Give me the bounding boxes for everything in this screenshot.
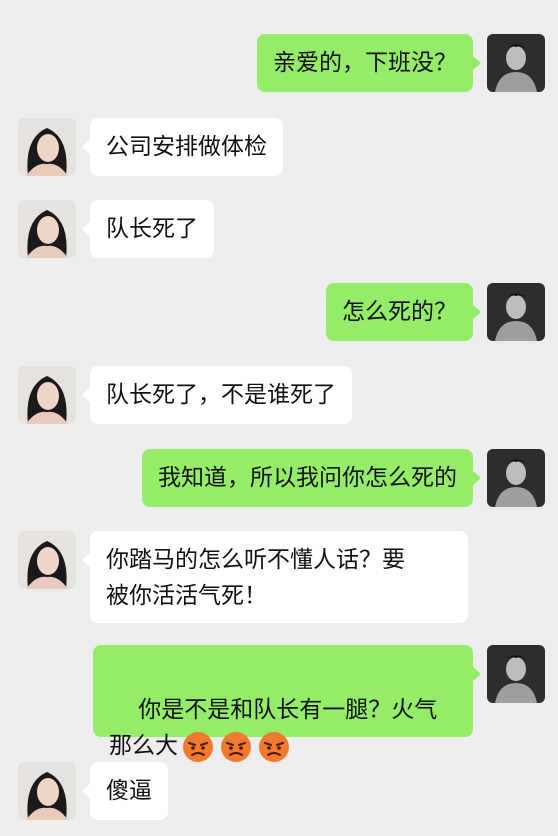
- my-avatar[interactable]: [487, 449, 545, 507]
- message-bubble-incoming[interactable]: 你踏马的怎么听不懂人话？要 被你活活气死！: [82, 531, 468, 623]
- my-avatar[interactable]: [487, 645, 545, 703]
- my-avatar[interactable]: [487, 34, 545, 92]
- contact-avatar[interactable]: [18, 531, 76, 589]
- contact-avatar[interactable]: [18, 118, 76, 176]
- contact-avatar[interactable]: [18, 200, 76, 258]
- my-avatar[interactable]: [487, 283, 545, 341]
- contact-avatar[interactable]: [18, 762, 76, 820]
- message-bubble-outgoing[interactable]: 怎么死的？: [326, 283, 481, 341]
- angry-face-icon: [220, 731, 252, 763]
- contact-avatar[interactable]: [18, 366, 76, 424]
- message-bubble-outgoing[interactable]: 我知道，所以我问你怎么死的: [142, 449, 481, 507]
- message-bubble-incoming[interactable]: 傻逼: [82, 762, 168, 820]
- angry-face-icon: [258, 731, 290, 763]
- message-bubble-incoming[interactable]: 队长死了: [82, 200, 214, 258]
- message-bubble-outgoing[interactable]: 你是不是和队长有一腿？火气 那么大: [93, 645, 481, 762]
- chat-view: 亲爱的，下班没？ 公司安排做体检 队长死了 怎么死的？ 队长死了，不是谁死了 我…: [0, 0, 558, 836]
- message-bubble-incoming[interactable]: 队长死了，不是谁死了: [82, 366, 352, 424]
- emoji-group: [182, 729, 296, 765]
- angry-face-icon: [182, 731, 214, 763]
- message-bubble-incoming[interactable]: 公司安排做体检: [82, 118, 283, 176]
- message-bubble-outgoing[interactable]: 亲爱的，下班没？: [257, 34, 481, 92]
